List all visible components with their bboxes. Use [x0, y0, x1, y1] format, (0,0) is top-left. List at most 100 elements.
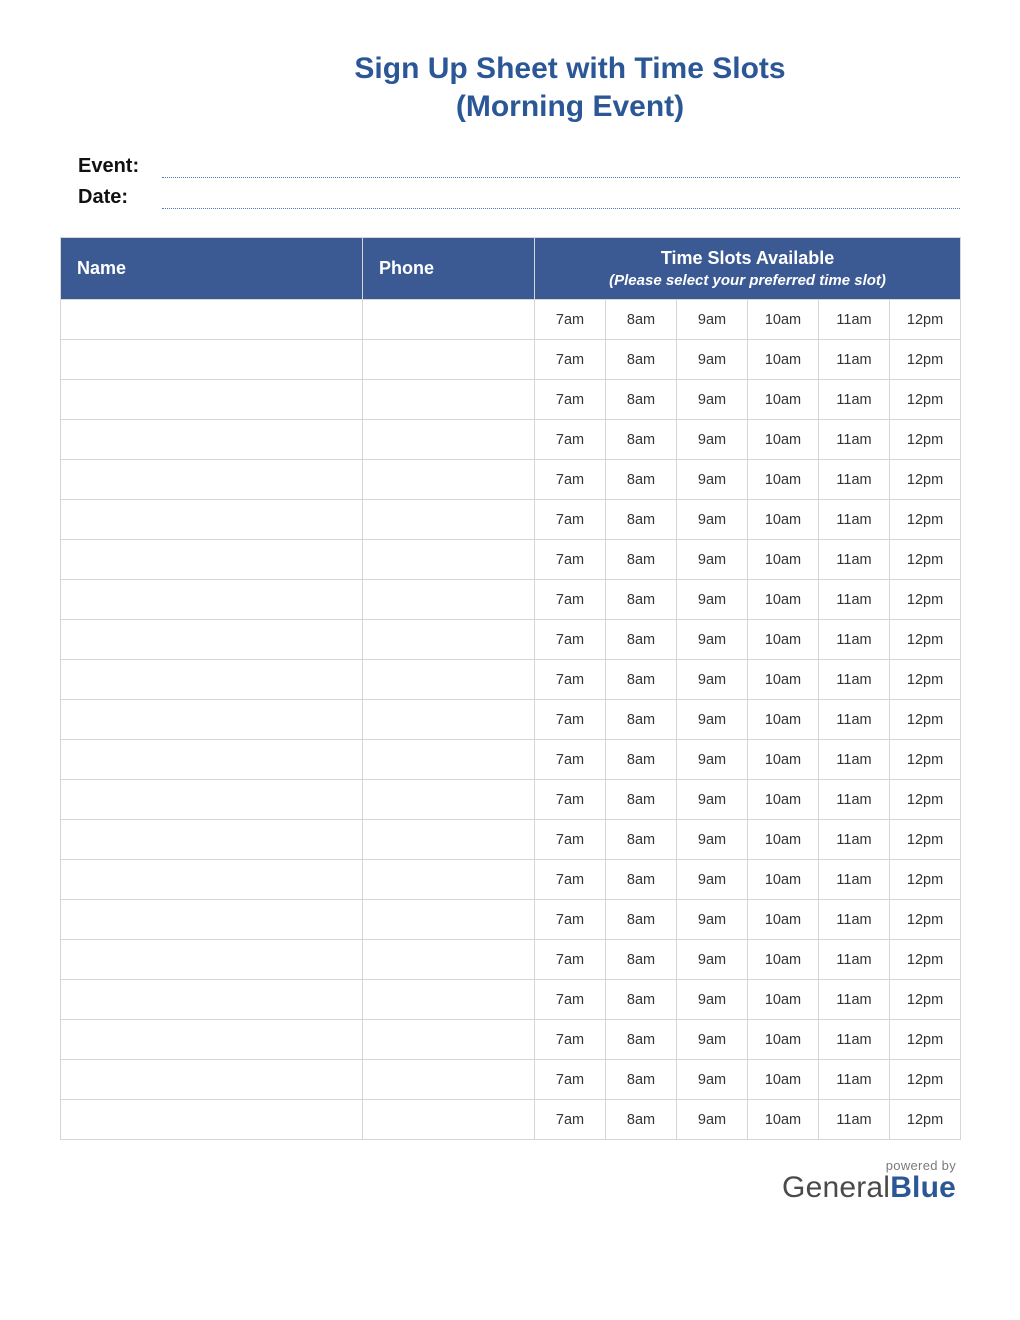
phone-cell[interactable]	[363, 700, 535, 740]
name-cell[interactable]	[61, 380, 363, 420]
timeslot-cell[interactable]: 11am	[819, 1020, 890, 1060]
timeslot-cell[interactable]: 9am	[677, 660, 748, 700]
timeslot-cell[interactable]: 11am	[819, 660, 890, 700]
timeslot-cell[interactable]: 11am	[819, 1060, 890, 1100]
timeslot-cell[interactable]: 11am	[819, 820, 890, 860]
timeslot-cell[interactable]: 11am	[819, 340, 890, 380]
timeslot-cell[interactable]: 9am	[677, 860, 748, 900]
timeslot-cell[interactable]: 8am	[606, 700, 677, 740]
timeslot-cell[interactable]: 10am	[748, 540, 819, 580]
timeslot-cell[interactable]: 9am	[677, 380, 748, 420]
phone-cell[interactable]	[363, 420, 535, 460]
phone-cell[interactable]	[363, 540, 535, 580]
timeslot-cell[interactable]: 12pm	[890, 860, 961, 900]
timeslot-cell[interactable]: 11am	[819, 460, 890, 500]
phone-cell[interactable]	[363, 820, 535, 860]
timeslot-cell[interactable]: 7am	[535, 980, 606, 1020]
phone-cell[interactable]	[363, 1060, 535, 1100]
timeslot-cell[interactable]: 7am	[535, 820, 606, 860]
timeslot-cell[interactable]: 7am	[535, 1060, 606, 1100]
timeslot-cell[interactable]: 9am	[677, 420, 748, 460]
timeslot-cell[interactable]: 10am	[748, 380, 819, 420]
timeslot-cell[interactable]: 12pm	[890, 300, 961, 340]
name-cell[interactable]	[61, 1020, 363, 1060]
timeslot-cell[interactable]: 8am	[606, 1100, 677, 1140]
timeslot-cell[interactable]: 10am	[748, 660, 819, 700]
timeslot-cell[interactable]: 10am	[748, 420, 819, 460]
name-cell[interactable]	[61, 900, 363, 940]
timeslot-cell[interactable]: 7am	[535, 740, 606, 780]
timeslot-cell[interactable]: 10am	[748, 340, 819, 380]
timeslot-cell[interactable]: 7am	[535, 940, 606, 980]
timeslot-cell[interactable]: 7am	[535, 1100, 606, 1140]
name-cell[interactable]	[61, 780, 363, 820]
timeslot-cell[interactable]: 8am	[606, 780, 677, 820]
timeslot-cell[interactable]: 10am	[748, 300, 819, 340]
timeslot-cell[interactable]: 9am	[677, 1100, 748, 1140]
timeslot-cell[interactable]: 10am	[748, 860, 819, 900]
timeslot-cell[interactable]: 8am	[606, 820, 677, 860]
name-cell[interactable]	[61, 1100, 363, 1140]
timeslot-cell[interactable]: 12pm	[890, 1100, 961, 1140]
timeslot-cell[interactable]: 7am	[535, 540, 606, 580]
timeslot-cell[interactable]: 12pm	[890, 700, 961, 740]
timeslot-cell[interactable]: 9am	[677, 500, 748, 540]
timeslot-cell[interactable]: 11am	[819, 700, 890, 740]
timeslot-cell[interactable]: 8am	[606, 900, 677, 940]
timeslot-cell[interactable]: 12pm	[890, 580, 961, 620]
timeslot-cell[interactable]: 12pm	[890, 660, 961, 700]
timeslot-cell[interactable]: 9am	[677, 1020, 748, 1060]
timeslot-cell[interactable]: 10am	[748, 580, 819, 620]
name-cell[interactable]	[61, 1060, 363, 1100]
timeslot-cell[interactable]: 7am	[535, 300, 606, 340]
timeslot-cell[interactable]: 9am	[677, 700, 748, 740]
timeslot-cell[interactable]: 10am	[748, 1100, 819, 1140]
timeslot-cell[interactable]: 7am	[535, 500, 606, 540]
timeslot-cell[interactable]: 12pm	[890, 420, 961, 460]
phone-cell[interactable]	[363, 660, 535, 700]
timeslot-cell[interactable]: 9am	[677, 580, 748, 620]
phone-cell[interactable]	[363, 340, 535, 380]
name-cell[interactable]	[61, 300, 363, 340]
timeslot-cell[interactable]: 12pm	[890, 460, 961, 500]
timeslot-cell[interactable]: 10am	[748, 700, 819, 740]
timeslot-cell[interactable]: 9am	[677, 740, 748, 780]
timeslot-cell[interactable]: 8am	[606, 980, 677, 1020]
timeslot-cell[interactable]: 7am	[535, 620, 606, 660]
timeslot-cell[interactable]: 12pm	[890, 620, 961, 660]
timeslot-cell[interactable]: 8am	[606, 420, 677, 460]
timeslot-cell[interactable]: 9am	[677, 620, 748, 660]
timeslot-cell[interactable]: 11am	[819, 1100, 890, 1140]
timeslot-cell[interactable]: 11am	[819, 540, 890, 580]
timeslot-cell[interactable]: 11am	[819, 860, 890, 900]
timeslot-cell[interactable]: 8am	[606, 500, 677, 540]
timeslot-cell[interactable]: 12pm	[890, 1020, 961, 1060]
timeslot-cell[interactable]: 11am	[819, 740, 890, 780]
timeslot-cell[interactable]: 12pm	[890, 340, 961, 380]
timeslot-cell[interactable]: 11am	[819, 900, 890, 940]
timeslot-cell[interactable]: 8am	[606, 380, 677, 420]
name-cell[interactable]	[61, 580, 363, 620]
timeslot-cell[interactable]: 10am	[748, 740, 819, 780]
timeslot-cell[interactable]: 9am	[677, 300, 748, 340]
timeslot-cell[interactable]: 12pm	[890, 980, 961, 1020]
timeslot-cell[interactable]: 12pm	[890, 900, 961, 940]
event-input-line[interactable]	[162, 156, 960, 178]
name-cell[interactable]	[61, 660, 363, 700]
timeslot-cell[interactable]: 8am	[606, 1020, 677, 1060]
timeslot-cell[interactable]: 9am	[677, 1060, 748, 1100]
timeslot-cell[interactable]: 7am	[535, 900, 606, 940]
phone-cell[interactable]	[363, 1020, 535, 1060]
timeslot-cell[interactable]: 7am	[535, 860, 606, 900]
name-cell[interactable]	[61, 500, 363, 540]
timeslot-cell[interactable]: 12pm	[890, 940, 961, 980]
timeslot-cell[interactable]: 8am	[606, 460, 677, 500]
timeslot-cell[interactable]: 10am	[748, 1020, 819, 1060]
timeslot-cell[interactable]: 7am	[535, 1020, 606, 1060]
timeslot-cell[interactable]: 11am	[819, 300, 890, 340]
timeslot-cell[interactable]: 9am	[677, 900, 748, 940]
phone-cell[interactable]	[363, 900, 535, 940]
name-cell[interactable]	[61, 820, 363, 860]
timeslot-cell[interactable]: 10am	[748, 820, 819, 860]
timeslot-cell[interactable]: 11am	[819, 580, 890, 620]
